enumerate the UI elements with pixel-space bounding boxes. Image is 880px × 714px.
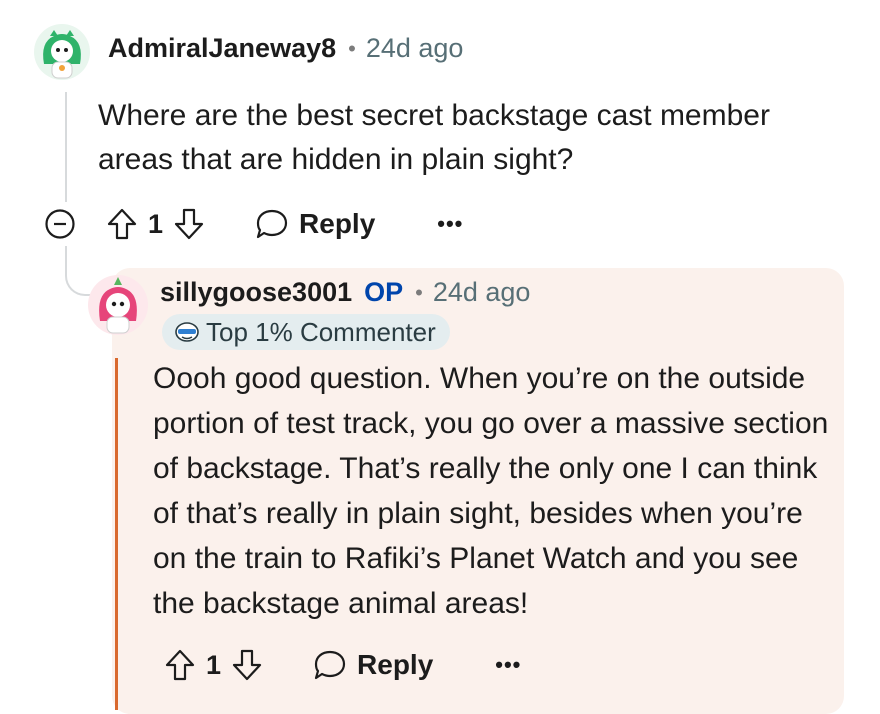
commenter-badge-icon (175, 322, 199, 342)
timestamp: 24d ago (365, 33, 464, 63)
reply-button[interactable]: Reply (313, 649, 433, 681)
vote-count: 1 (206, 649, 222, 680)
separator-dot: • (415, 279, 423, 305)
upvote-button[interactable] (164, 648, 196, 682)
avatar[interactable] (88, 275, 148, 335)
user-flair: Top 1% Commenter (162, 314, 450, 350)
collapse-button[interactable] (44, 208, 76, 240)
username[interactable]: AdmiralJaneway8 (108, 33, 336, 64)
vote-count: 1 (148, 208, 164, 239)
snoo-avatar-icon (99, 277, 137, 334)
upvote-button[interactable] (106, 207, 138, 241)
reply-meta: sillygoose3001 OP • 24d ago (160, 277, 530, 308)
avatar[interactable] (34, 24, 90, 80)
reply-action-bar: 1 Reply ••• (164, 648, 521, 682)
comment-action-bar: 1 Reply ••• (44, 207, 463, 241)
op-badge: OP (364, 277, 404, 307)
timestamp: 24d ago (432, 277, 531, 307)
downvote-button[interactable] (231, 648, 263, 682)
downvote-button[interactable] (173, 207, 205, 241)
upvote-arrow-icon (165, 649, 195, 681)
downvote-arrow-icon (174, 208, 204, 240)
minus-circle-icon (45, 209, 75, 239)
upvote-arrow-icon (107, 208, 137, 240)
reply-label: Reply (357, 649, 434, 680)
snoo-avatar-icon (43, 30, 81, 79)
more-options-button[interactable]: ••• (437, 211, 463, 237)
downvote-arrow-icon (232, 649, 262, 681)
flair-label: Top 1% Commenter (206, 316, 436, 347)
reply-label: Reply (299, 208, 376, 239)
comment-meta: AdmiralJaneway8 • 24d ago (108, 33, 463, 64)
reply-button[interactable]: Reply (255, 208, 375, 240)
more-options-button[interactable]: ••• (495, 652, 521, 678)
speech-bubble-icon (256, 209, 288, 239)
reply-body: Oooh good question. When you’re on the o… (153, 362, 829, 620)
reply-accent-line (115, 358, 118, 710)
reply-thread-connector (65, 246, 91, 296)
comment-body: Where are the best secret backstage cast… (98, 99, 770, 176)
speech-bubble-icon (314, 650, 346, 680)
username[interactable]: sillygoose3001 (160, 277, 352, 308)
separator-dot: • (348, 35, 356, 61)
thread-line (65, 92, 67, 202)
